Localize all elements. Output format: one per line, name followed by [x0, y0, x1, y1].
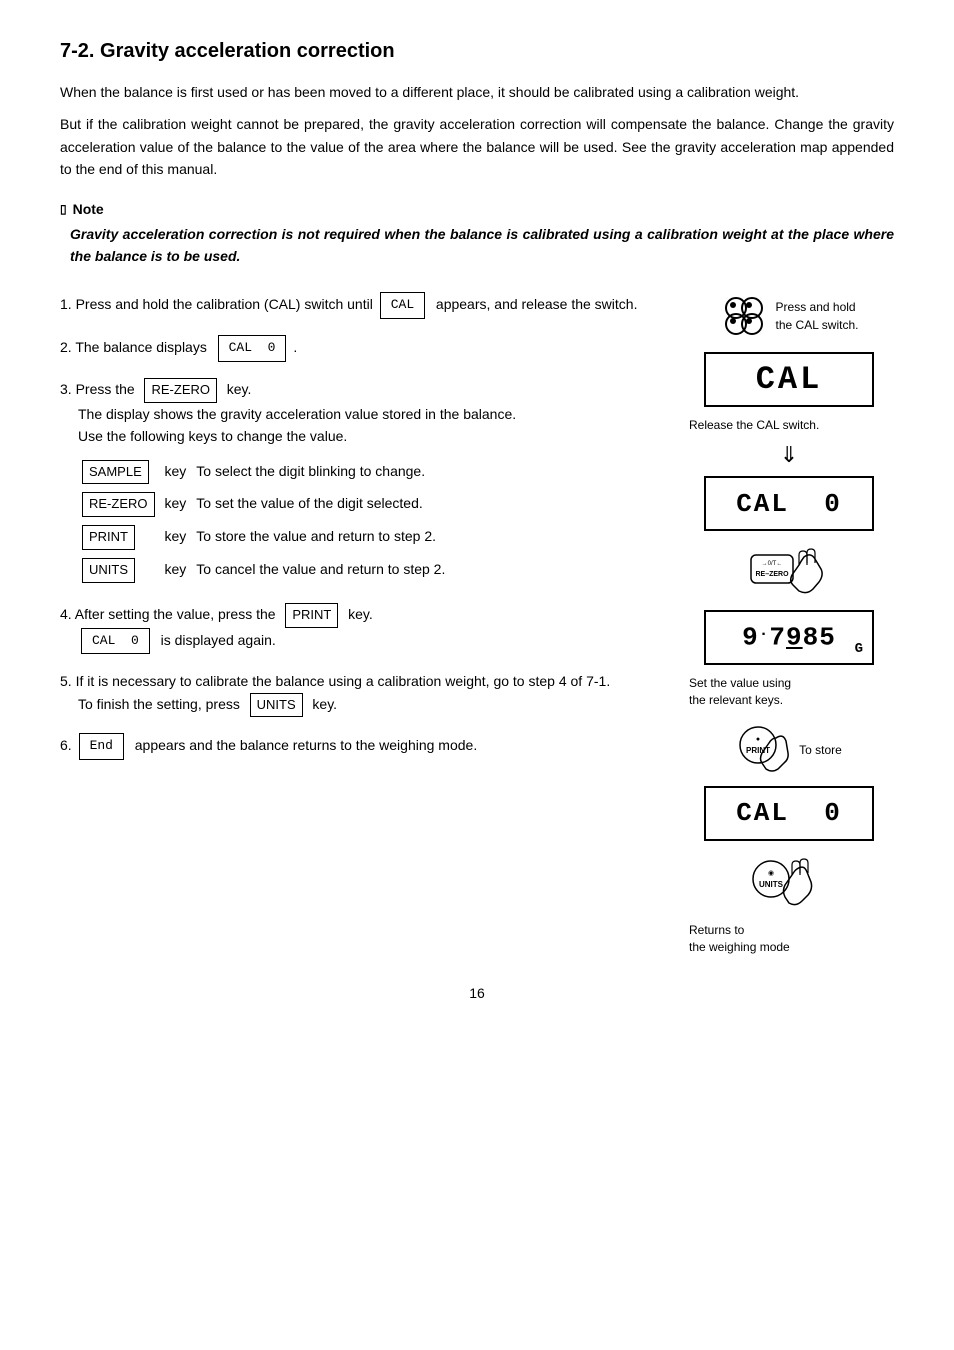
step-4: 4. After setting the value, press the PR…	[60, 603, 664, 655]
step-5-key: UNITS	[250, 693, 303, 718]
rezero-key: RE-ZERO	[82, 492, 155, 517]
cal-switch-group: Press and holdthe CAL switch.	[684, 292, 894, 340]
step-4-key: PRINT	[285, 603, 338, 628]
step-4-display: CAL 0	[81, 628, 150, 655]
lcd-97985: 9.7985 G	[704, 610, 874, 665]
units-key: UNITS	[82, 558, 135, 583]
note-box: Note Gravity acceleration correction is …	[60, 201, 894, 268]
keys-table: SAMPLE key To select the digit blinking …	[80, 456, 453, 587]
intro-para1: When the balance is first used or has be…	[60, 81, 894, 103]
step-3: 3. Press the RE-ZERO key. The display sh…	[60, 378, 664, 587]
intro-para2: But if the calibration weight cannot be …	[60, 113, 894, 180]
step-3-key: RE-ZERO	[144, 378, 217, 403]
key-row-units: UNITS key To cancel the value and return…	[80, 554, 453, 587]
svg-text:●: ●	[756, 736, 760, 743]
step-1-num: 1. Press and hold the calibration (CAL) …	[60, 296, 637, 312]
print-icon-group: ● PRINT To store	[684, 723, 894, 778]
rezero-icon-group: →0/T← RE–ZERO	[684, 547, 894, 602]
step-1: 1. Press and hold the calibration (CAL) …	[60, 292, 664, 319]
page-number: 16	[60, 985, 894, 1001]
content-area: 1. Press and hold the calibration (CAL) …	[60, 292, 894, 955]
units-icon-group: ◉ UNITS	[684, 857, 894, 912]
cal-switch-icon	[720, 292, 768, 340]
lcd-cal-0-2: CAL 0	[704, 786, 874, 841]
set-value-label: Set the value usingthe relevant keys.	[684, 675, 894, 709]
step-5: 5. If it is necessary to calibrate the b…	[60, 670, 664, 717]
svg-text:RE–ZERO: RE–ZERO	[755, 571, 789, 578]
units-key-icon: ◉ UNITS	[749, 857, 829, 912]
step-2-display: CAL 0	[218, 335, 287, 362]
right-column: Press and holdthe CAL switch. CAL Releas…	[684, 292, 894, 955]
cal-switch-label: Press and holdthe CAL switch.	[776, 298, 859, 334]
left-column: 1. Press and hold the calibration (CAL) …	[60, 292, 664, 955]
lcd-cal-0-1: CAL 0	[704, 476, 874, 531]
unit-g: G	[855, 641, 864, 657]
to-store-label: To store	[799, 743, 842, 757]
step-1-display: CAL	[380, 292, 425, 319]
svg-text:◉: ◉	[768, 870, 774, 877]
key-row-print: PRINT key To store the value and return …	[80, 521, 453, 554]
note-title: Note	[60, 201, 894, 217]
print-key: PRINT	[82, 525, 135, 550]
step-2: 2. The balance displays CAL 0 .	[60, 335, 664, 362]
note-body: Gravity acceleration correction is not r…	[70, 223, 894, 268]
returns-to-label: Returns tothe weighing mode	[684, 922, 894, 956]
lcd-cal-1: CAL	[704, 352, 874, 407]
down-arrow-1: ⇓	[780, 442, 798, 468]
release-label: Release the CAL switch.	[684, 417, 894, 434]
step-6-display: End	[79, 733, 124, 760]
print-key-icon: ● PRINT	[736, 723, 791, 778]
page-title: 7-2. Gravity acceleration correction	[60, 40, 894, 63]
sample-key: SAMPLE	[82, 460, 149, 485]
key-row-rezero: RE-ZERO key To set the value of the digi…	[80, 488, 453, 521]
key-row-sample: SAMPLE key To select the digit blinking …	[80, 456, 453, 489]
rezero-key-icon: →0/T← RE–ZERO	[749, 547, 829, 602]
svg-text:→0/T←: →0/T←	[762, 561, 783, 567]
svg-text:UNITS: UNITS	[759, 880, 784, 889]
step-6: 6. End appears and the balance returns t…	[60, 733, 664, 760]
